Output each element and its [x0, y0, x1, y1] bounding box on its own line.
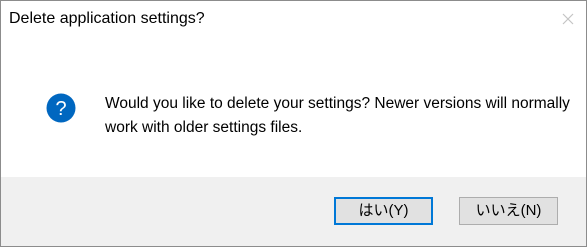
dialog-title: Delete application settings?	[9, 10, 205, 27]
no-button[interactable]: いいえ(N)	[459, 197, 558, 225]
button-bar: はい(Y) いいえ(N)	[1, 177, 586, 246]
title-bar: Delete application settings?	[1, 1, 586, 37]
dialog-message: Would you like to delete your settings? …	[105, 95, 570, 136]
close-icon	[562, 13, 574, 25]
dialog-content: ? Would you like to delete your settings…	[1, 37, 586, 177]
svg-text:?: ?	[55, 98, 66, 120]
dialog-window: Delete application settings? ? Would you…	[0, 0, 587, 247]
close-button[interactable]	[550, 1, 586, 37]
question-icon: ?	[46, 93, 76, 123]
yes-button[interactable]: はい(Y)	[334, 197, 433, 225]
